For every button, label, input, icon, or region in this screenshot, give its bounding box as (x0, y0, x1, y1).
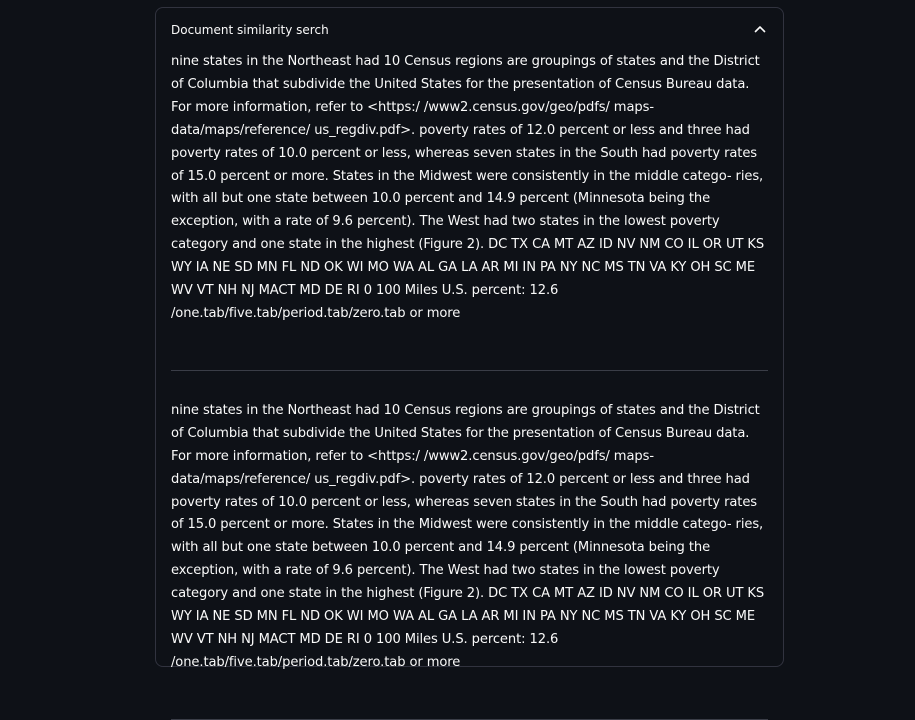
chevron-up-icon[interactable] (753, 22, 767, 36)
search-result-text: nine states in the Northeast had 10 Cens… (171, 402, 765, 670)
document-similarity-expander: Document similarity serch nine states in… (155, 7, 784, 720)
search-result-text: nine states in the Northeast had 10 Cens… (171, 54, 765, 321)
result-divider (171, 369, 768, 371)
expander-title: Document similarity serch (171, 23, 329, 37)
expander-header[interactable]: Document similarity serch (156, 8, 783, 50)
expander-content: nine states in the Northeast had 10 Cens… (156, 51, 783, 720)
